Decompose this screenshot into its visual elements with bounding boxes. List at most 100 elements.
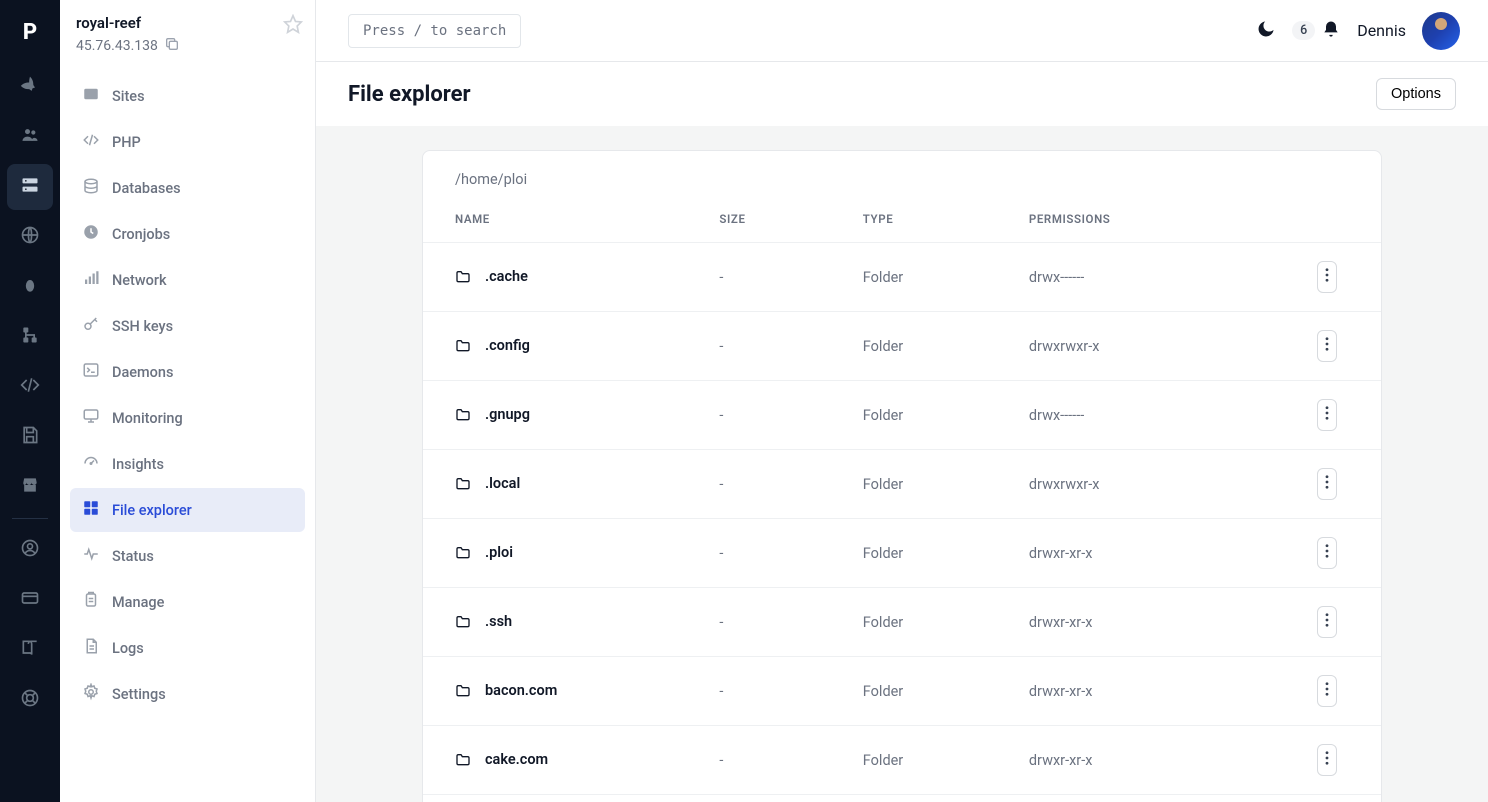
user-circle-icon: [20, 538, 40, 562]
logo[interactable]: P: [0, 18, 60, 46]
rail-item-account[interactable]: [7, 527, 53, 573]
sidebar-item-databases[interactable]: Databases: [70, 166, 305, 210]
sidebar-item-sites[interactable]: Sites: [70, 74, 305, 118]
sidebar-header: royal-reef 45.76.43.138: [60, 0, 315, 68]
icon-rail: P: [0, 0, 60, 802]
server-ip: 45.76.43.138: [76, 38, 158, 54]
sidebar-item-daemons[interactable]: Daemons: [70, 350, 305, 394]
rail-item-rocket[interactable]: [7, 64, 53, 110]
folder-icon: [455, 270, 471, 287]
rail-item-billing[interactable]: [7, 577, 53, 623]
file-name-text: .local: [485, 475, 520, 492]
file-size: -: [687, 381, 830, 450]
file-name-text: cake.com: [485, 751, 548, 768]
rail-item-server[interactable]: [7, 164, 53, 210]
options-button[interactable]: Options: [1376, 78, 1456, 110]
search-hint[interactable]: Press / to search: [348, 14, 521, 48]
avatar[interactable]: [1422, 12, 1460, 50]
file-permissions: drwxr-xr-x: [997, 657, 1228, 726]
row-actions-button[interactable]: [1317, 261, 1337, 293]
table-row[interactable]: .local-Folderdrwxrwxr-x: [423, 450, 1381, 519]
row-actions-button[interactable]: [1317, 330, 1337, 362]
save-icon: [20, 425, 40, 449]
table-row[interactable]: .cache-Folderdrwx------: [423, 243, 1381, 312]
clock-icon: [82, 223, 100, 245]
rail-item-globe[interactable]: [7, 214, 53, 260]
file-permissions: drwxr-xr-x: [997, 588, 1228, 657]
sidebar-item-file-explorer[interactable]: File explorer: [70, 488, 305, 532]
table-row[interactable]: .gnupg-Folderdrwx------: [423, 381, 1381, 450]
monitor-icon: [82, 407, 100, 429]
file-name-text: .ploi: [485, 544, 513, 561]
rail-item-users[interactable]: [7, 114, 53, 160]
window-icon: [82, 85, 100, 107]
table-row[interactable]: cakes.com-Folderdrwxr-xr-x: [423, 795, 1381, 802]
file-type: Folder: [831, 381, 997, 450]
file-size: -: [687, 312, 830, 381]
sidebar-item-settings[interactable]: Settings: [70, 672, 305, 716]
sidebar-item-network[interactable]: Network: [70, 258, 305, 302]
gear-icon: [82, 683, 100, 705]
file-type: Folder: [831, 312, 997, 381]
sidebar-item-label: Cronjobs: [112, 226, 170, 243]
rail-item-docs[interactable]: [7, 627, 53, 673]
rail-item-network[interactable]: [7, 314, 53, 360]
key-icon: [82, 315, 100, 337]
moon-icon: [1256, 24, 1276, 43]
table-row[interactable]: bacon.com-Folderdrwxr-xr-x: [423, 657, 1381, 726]
sidebar-item-label: Manage: [112, 594, 164, 611]
table-row[interactable]: cake.com-Folderdrwxr-xr-x: [423, 726, 1381, 795]
file-permissions: drwxr-xr-x: [997, 726, 1228, 795]
rail-item-save[interactable]: [7, 414, 53, 460]
dots-vertical-icon: [1325, 475, 1329, 493]
file-type: Folder: [831, 243, 997, 312]
file-permissions: drwx------: [997, 243, 1228, 312]
users-icon: [20, 125, 40, 149]
sidebar-item-cronjobs[interactable]: Cronjobs: [70, 212, 305, 256]
heartbeat-icon: [82, 545, 100, 567]
table-row[interactable]: .config-Folderdrwxrwxr-x: [423, 312, 1381, 381]
sidebar-item-insights[interactable]: Insights: [70, 442, 305, 486]
row-actions-button[interactable]: [1317, 744, 1337, 776]
sidebar-item-label: Monitoring: [112, 410, 183, 427]
page-header: File explorer Options: [316, 62, 1488, 126]
row-actions-button[interactable]: [1317, 537, 1337, 569]
folder-icon: [455, 408, 471, 425]
bell-icon: [1321, 19, 1341, 43]
sidebar-item-label: SSH keys: [112, 318, 173, 335]
row-actions-button[interactable]: [1317, 675, 1337, 707]
row-actions-button[interactable]: [1317, 606, 1337, 638]
rail-item-code[interactable]: [7, 364, 53, 410]
rail-item-store[interactable]: [7, 464, 53, 510]
file-type: Folder: [831, 795, 997, 802]
col-type: TYPE: [831, 194, 997, 243]
table-row[interactable]: .ploi-Folderdrwxr-xr-x: [423, 519, 1381, 588]
help-icon: [20, 688, 40, 712]
sidebar-item-status[interactable]: Status: [70, 534, 305, 578]
database-icon: [82, 177, 100, 199]
copy-icon[interactable]: [164, 36, 180, 56]
file-type: Folder: [831, 588, 997, 657]
file-name-text: .cache: [485, 268, 528, 285]
credit-card-icon: [20, 588, 40, 612]
file-table: NAME SIZE TYPE PERMISSIONS .cache-Folder…: [423, 194, 1381, 802]
network-icon: [20, 325, 40, 349]
username[interactable]: Dennis: [1357, 21, 1406, 40]
content: /home/ploi NAME SIZE TYPE PERMISSIONS .c…: [316, 126, 1488, 802]
file-name-text: bacon.com: [485, 682, 557, 699]
rail-item-bug[interactable]: [7, 264, 53, 310]
table-row[interactable]: .ssh-Folderdrwxr-xr-x: [423, 588, 1381, 657]
rail-item-help[interactable]: [7, 677, 53, 723]
sidebar-item-logs[interactable]: Logs: [70, 626, 305, 670]
sidebar-item-monitoring[interactable]: Monitoring: [70, 396, 305, 440]
theme-toggle[interactable]: [1256, 19, 1276, 43]
sidebar-item-manage[interactable]: Manage: [70, 580, 305, 624]
star-icon[interactable]: [283, 14, 303, 38]
notifications[interactable]: 6: [1292, 19, 1341, 43]
row-actions-button[interactable]: [1317, 468, 1337, 500]
col-permissions: PERMISSIONS: [997, 194, 1228, 243]
sidebar-item-php[interactable]: PHP: [70, 120, 305, 164]
row-actions-button[interactable]: [1317, 399, 1337, 431]
book-icon: [20, 638, 40, 662]
sidebar-item-ssh-keys[interactable]: SSH keys: [70, 304, 305, 348]
